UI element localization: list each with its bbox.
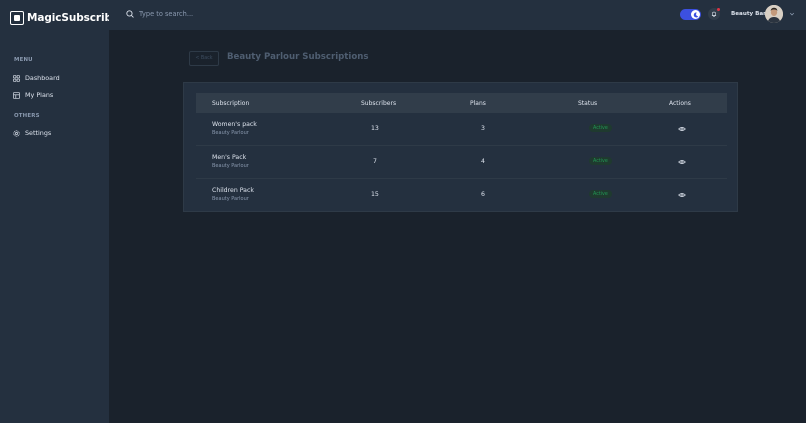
status-badge: Active <box>589 157 612 165</box>
toggle-knob <box>691 10 700 19</box>
subscribers-count: 15 <box>371 191 379 198</box>
column-header-actions: Actions <box>669 99 691 107</box>
search-input[interactable] <box>139 10 279 18</box>
sidebar-item-my-plans[interactable]: My Plans <box>13 90 53 100</box>
subscription-category: Beauty Parlour <box>212 130 249 136</box>
plans-count: 3 <box>481 125 485 132</box>
subscription-category: Beauty Parlour <box>212 196 249 202</box>
menu-group-title: MENU <box>14 57 33 63</box>
eye-icon[interactable] <box>678 158 686 166</box>
subscribers-count: 13 <box>371 125 379 132</box>
logo-square-icon <box>10 11 24 25</box>
table-icon <box>13 91 20 99</box>
column-header-plans: Plans <box>470 99 486 107</box>
subscription-category: Beauty Parlour <box>212 163 249 169</box>
theme-toggle[interactable] <box>680 9 701 20</box>
others-group-title: OTHERS <box>14 113 40 119</box>
app-name: MagicSubscribe <box>27 12 119 24</box>
app-logo[interactable]: MagicSubscribe <box>10 11 119 25</box>
bell-icon <box>711 11 717 17</box>
avatar-image <box>765 5 783 23</box>
table-row: Women's pack Beauty Parlour 13 3 Active <box>196 113 727 146</box>
plans-count: 4 <box>481 158 485 165</box>
column-header-status: Status <box>578 99 598 107</box>
grid-icon <box>13 74 20 82</box>
gear-icon <box>13 129 20 137</box>
subscribers-count: 7 <box>373 158 377 165</box>
eye-icon[interactable] <box>678 191 686 199</box>
avatar[interactable] <box>765 5 783 23</box>
subscription-name: Children Pack <box>212 187 254 194</box>
moon-icon <box>693 12 698 17</box>
sidebar-item-label: Dashboard <box>25 74 60 82</box>
column-header-subscribers: Subscribers <box>361 99 397 107</box>
sidebar-item-dashboard[interactable]: Dashboard <box>13 73 60 83</box>
table-header: Subscription Subscribers Plans Status Ac… <box>196 93 727 113</box>
table-row: Men's Pack Beauty Parlour 7 4 Active <box>196 146 727 179</box>
sidebar-item-label: My Plans <box>25 91 54 99</box>
sidebar-item-settings[interactable]: Settings <box>13 128 51 138</box>
subscription-name: Women's pack <box>212 121 257 128</box>
status-badge: Active <box>589 124 612 132</box>
table-row: Children Pack Beauty Parlour 15 6 Active <box>196 179 727 212</box>
plans-count: 6 <box>481 191 485 198</box>
subscription-name: Men's Pack <box>212 154 247 161</box>
status-badge: Active <box>589 190 612 198</box>
subscriptions-table-card: Subscription Subscribers Plans Status Ac… <box>183 82 738 212</box>
sidebar-item-label: Settings <box>25 129 52 137</box>
back-button[interactable]: < Back <box>189 51 219 66</box>
notification-dot <box>717 8 720 11</box>
notification-button[interactable] <box>708 8 720 20</box>
chevron-down-icon[interactable] <box>789 11 795 17</box>
page-title: Beauty Parlour Subscriptions <box>227 52 369 62</box>
search-bar <box>126 10 279 18</box>
eye-icon[interactable] <box>678 125 686 133</box>
search-icon[interactable] <box>126 10 134 18</box>
column-header-subscription: Subscription <box>212 99 250 107</box>
sidebar: MagicSubscribe MENU Dashboard My Plans O… <box>0 0 119 423</box>
user-name[interactable]: Beauty Bar <box>731 11 766 17</box>
top-header: Beauty Bar <box>109 0 806 30</box>
